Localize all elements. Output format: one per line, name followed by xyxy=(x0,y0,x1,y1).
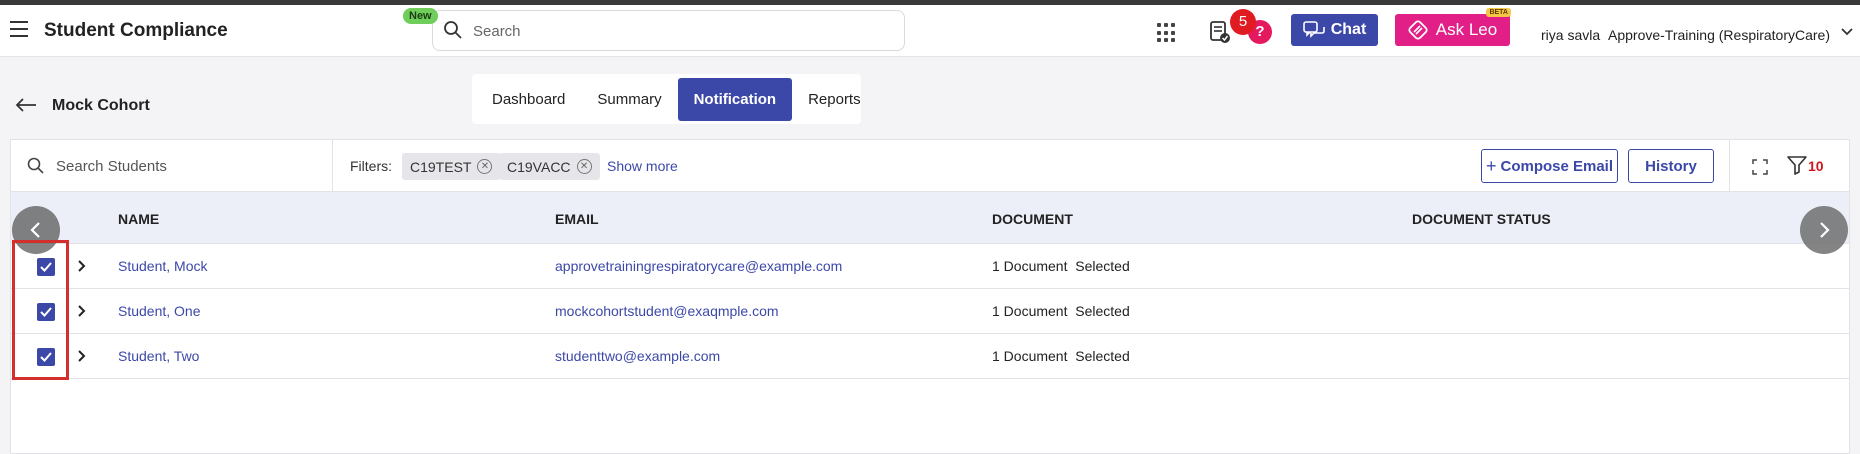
search-icon xyxy=(444,21,462,39)
cohort-title: Mock Cohort xyxy=(52,97,150,114)
table-row: Student, Two studenttwo@example.com 1 Do… xyxy=(11,334,1849,379)
student-search[interactable] xyxy=(11,140,333,192)
filters-label: Filters: xyxy=(350,158,392,174)
beta-tag: BETA xyxy=(1486,8,1511,17)
global-search[interactable] xyxy=(432,10,905,51)
grid-icon[interactable] xyxy=(1157,23,1177,43)
notification-count-badge: 5 xyxy=(1230,9,1256,35)
document-selection: 1 Document Selected xyxy=(992,348,1130,364)
student-name-link[interactable]: Student, Mock xyxy=(118,258,208,274)
arrow-right-icon xyxy=(1820,222,1830,238)
user-name[interactable]: riya savla xyxy=(1541,27,1600,43)
filter-chip-label: C19TEST xyxy=(410,158,472,175)
new-badge: New xyxy=(403,8,438,24)
plus-icon: + xyxy=(1485,156,1497,176)
student-name-link[interactable]: Student, One xyxy=(118,303,201,319)
close-circle-icon[interactable]: ✕ xyxy=(477,159,493,174)
arrow-left-icon xyxy=(30,222,40,238)
toolbar-divider xyxy=(1729,140,1730,192)
document-selection: 1 Document Selected xyxy=(992,303,1130,319)
table-row: Student, Mock approvetrainingrespiratory… xyxy=(11,244,1849,289)
table-toolbar: Filters: C19TEST ✕ C19VACC ✕ Show more +… xyxy=(11,140,1849,192)
chevron-down-icon[interactable] xyxy=(1840,27,1854,37)
org-name[interactable]: Approve-Training (RespiratoryCare) xyxy=(1608,27,1830,43)
expand-icon[interactable] xyxy=(1752,159,1768,175)
compose-email-button[interactable]: + Compose Email xyxy=(1481,149,1618,183)
filter-count: 10 xyxy=(1808,158,1824,174)
app-header: Student Compliance New ? 5 Chat Ask Leo … xyxy=(0,5,1860,57)
ask-leo-button[interactable]: Ask Leo BETA xyxy=(1395,8,1511,46)
document-check-icon[interactable] xyxy=(1209,20,1231,44)
carousel-next-button[interactable] xyxy=(1800,206,1848,254)
table-row: Student, One mockcohortstudent@exaqmple.… xyxy=(11,289,1849,334)
document-selection: 1 Document Selected xyxy=(992,258,1130,274)
column-header-document-status[interactable]: DOCUMENT STATUS xyxy=(1412,211,1551,227)
filter-chip-label: C19VACC xyxy=(507,158,571,175)
app-title: Student Compliance xyxy=(44,20,228,41)
filter-icon[interactable] xyxy=(1787,155,1807,175)
student-email-link[interactable]: approvetrainingrespiratorycare@example.c… xyxy=(555,258,842,274)
close-circle-icon[interactable]: ✕ xyxy=(576,159,592,174)
chat-button[interactable]: Chat xyxy=(1291,14,1378,46)
chevron-right-icon[interactable] xyxy=(77,259,87,273)
table-header: NAME EMAIL DOCUMENT DOCUMENT STATUS xyxy=(11,192,1849,244)
search-icon xyxy=(27,157,44,174)
chat-label: Chat xyxy=(1330,21,1367,38)
tab-reports[interactable]: Reports xyxy=(792,78,877,121)
column-header-email[interactable]: EMAIL xyxy=(555,211,599,227)
student-search-input[interactable] xyxy=(56,155,316,177)
tab-dashboard[interactable]: Dashboard xyxy=(476,78,581,121)
student-email-link[interactable]: mockcohortstudent@exaqmple.com xyxy=(555,303,779,319)
column-header-name[interactable]: NAME xyxy=(118,211,159,227)
highlight-box xyxy=(12,240,69,380)
tab-notification[interactable]: Notification xyxy=(677,77,793,121)
history-button[interactable]: History xyxy=(1628,149,1714,183)
leo-logo-icon xyxy=(1408,20,1428,40)
chevron-right-icon[interactable] xyxy=(77,349,87,363)
student-email-link[interactable]: studenttwo@example.com xyxy=(555,348,720,364)
compose-email-label: Compose Email xyxy=(1500,157,1614,175)
ask-leo-label: Ask Leo xyxy=(1435,20,1498,39)
filter-chip: C19TEST ✕ xyxy=(402,153,501,180)
filter-chip: C19VACC ✕ xyxy=(499,153,600,180)
column-header-document[interactable]: DOCUMENT xyxy=(992,211,1073,227)
global-search-input[interactable] xyxy=(473,20,873,42)
tab-bar: Dashboard Summary Notification Reports xyxy=(472,74,861,124)
back-arrow-icon[interactable] xyxy=(14,96,38,114)
hamburger-icon[interactable] xyxy=(10,21,28,37)
chat-icon xyxy=(1302,21,1325,38)
student-name-link[interactable]: Student, Two xyxy=(118,348,199,364)
chevron-right-icon[interactable] xyxy=(77,304,87,318)
students-panel: Filters: C19TEST ✕ C19VACC ✕ Show more +… xyxy=(10,139,1850,454)
tab-summary[interactable]: Summary xyxy=(581,78,677,121)
show-more-link[interactable]: Show more xyxy=(607,158,678,174)
